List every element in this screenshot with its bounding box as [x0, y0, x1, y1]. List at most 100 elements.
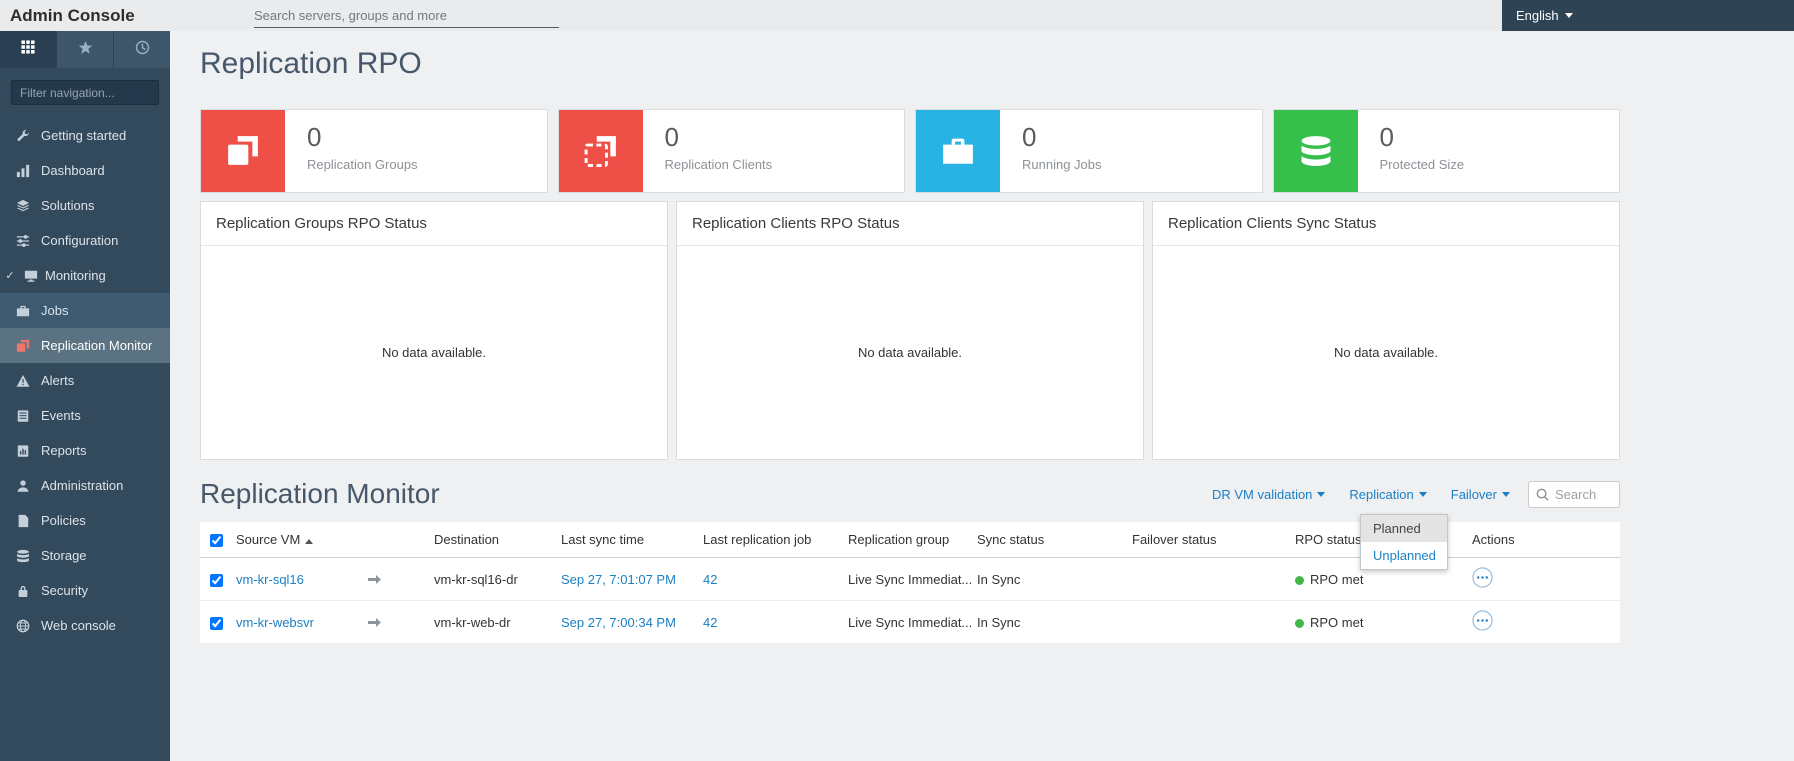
column-header-replication-group[interactable]: Replication group [842, 522, 971, 559]
sidebar-item-label: Events [41, 408, 81, 423]
sidebar-item-monitoring[interactable]: ✓ Monitoring [0, 258, 170, 293]
section-title: Replication Monitor [200, 478, 440, 509]
sidebar-item-web-console[interactable]: Web console [0, 608, 170, 643]
column-header-source-vm[interactable]: Source VM [230, 522, 362, 559]
panel-title: Replication Groups RPO Status [201, 202, 667, 246]
column-header-destination[interactable]: Destination [428, 522, 555, 559]
sidebar-item-label: Policies [41, 513, 86, 528]
copy-icon [14, 339, 31, 353]
panel-empty-text: No data available. [1333, 345, 1439, 360]
tab-favorites[interactable] [57, 31, 114, 68]
replication-groups-icon [201, 110, 285, 192]
last-sync-time-link[interactable]: Sep 27, 7:01:07 PM [561, 572, 676, 587]
person-icon [14, 479, 31, 493]
stat-value: 0 [1379, 122, 1394, 152]
column-header-arrow [362, 522, 428, 559]
last-replication-job-link[interactable]: 42 [703, 615, 717, 630]
column-header-last-sync-time[interactable]: Last sync time [555, 522, 697, 559]
app-title: Admin Console [10, 5, 135, 25]
panel-replication-clients-sync-status: Replication Clients Sync Status No data … [1152, 201, 1620, 460]
sidebar-item-dashboard[interactable]: Dashboard [0, 153, 170, 188]
language-selector[interactable]: English [1516, 8, 1573, 23]
sidebar-item-events[interactable]: Events [0, 398, 170, 433]
tab-recent[interactable] [114, 31, 170, 68]
stat-card-running-jobs[interactable]: 0 Running Jobs [915, 109, 1263, 193]
row-checkbox[interactable] [210, 616, 223, 630]
replication-menu-button[interactable]: Replication [1349, 486, 1427, 502]
ellipsis-icon [1472, 567, 1493, 588]
report-icon [14, 444, 31, 458]
sidebar-item-label: Alerts [41, 373, 75, 388]
monitor-header: Replication Monitor DR VM validation Rep… [200, 478, 1620, 510]
status-dot-icon [1295, 575, 1304, 585]
failover-menu-button[interactable]: Failover [1451, 487, 1510, 502]
main-content: Replication RPO 0 Replication Groups 0 R… [170, 31, 1794, 761]
row-actions-button[interactable] [1472, 610, 1493, 631]
sidebar-item-reports[interactable]: Reports [0, 433, 170, 468]
briefcase-icon [916, 110, 1000, 192]
column-header-failover-status[interactable]: Failover status [1126, 522, 1289, 559]
sidebar-item-label: Reports [41, 443, 87, 458]
clock-icon [135, 40, 150, 60]
last-replication-job-link[interactable]: 42 [703, 572, 717, 587]
database-icon [1273, 110, 1358, 192]
topbar: Admin Console English [0, 0, 1794, 31]
grid-icon [21, 40, 35, 59]
table-search-input[interactable] [1555, 486, 1612, 502]
expanded-indicator-icon: ✓ [5, 270, 15, 282]
global-search-input[interactable] [254, 3, 559, 28]
filter-navigation [0, 68, 170, 118]
sidebar-item-replication-monitor[interactable]: Replication Monitor [0, 328, 170, 363]
sidebar-item-solutions[interactable]: Solutions [0, 188, 170, 223]
arrow-right-icon [368, 615, 381, 630]
stat-value: 0 [1022, 122, 1037, 152]
source-vm-link[interactable]: vm-kr-sql16 [236, 572, 304, 587]
sidebar-item-jobs[interactable]: Jobs [0, 293, 170, 328]
globe-icon [14, 619, 31, 633]
chevron-down-icon [1317, 491, 1326, 497]
row-actions-button[interactable] [1472, 567, 1493, 588]
destination-cell: vm-kr-web-dr [428, 600, 555, 645]
dr-vm-validation-menu-button[interactable]: DR VM validation [1211, 486, 1326, 502]
last-sync-time-link[interactable]: Sep 27, 7:00:34 PM [561, 615, 676, 630]
sidebar-nav: Getting started Dashboard Solutions Conf… [0, 118, 170, 643]
column-label: Source VM [236, 532, 301, 548]
sidebar-item-configuration[interactable]: Configuration [0, 223, 170, 258]
stat-cards-row: 0 Replication Groups 0 Replication Clien… [200, 109, 1620, 193]
row-checkbox[interactable] [210, 573, 223, 587]
stat-value: 0 [307, 122, 322, 152]
column-header-last-replication-job[interactable]: Last replication job [697, 522, 842, 559]
sync-status-cell: In Sync [971, 600, 1126, 645]
sidebar-item-policies[interactable]: Policies [0, 503, 170, 538]
sidebar-item-security[interactable]: Security [0, 573, 170, 608]
replication-group-cell: Live Sync Immediat... [842, 557, 971, 602]
column-header-actions: Actions [1456, 522, 1620, 559]
sidebar-item-storage[interactable]: Storage [0, 538, 170, 573]
warning-icon [14, 374, 31, 388]
menu-label: Replication [1349, 486, 1414, 502]
briefcase-icon [14, 304, 31, 318]
sidebar: Getting started Dashboard Solutions Conf… [0, 31, 170, 761]
sidebar-item-administration[interactable]: Administration [0, 468, 170, 503]
select-all-checkbox[interactable] [210, 534, 223, 548]
menu-item-planned[interactable]: Planned [1361, 515, 1447, 542]
failover-status-cell [1126, 557, 1289, 602]
sidebar-item-getting-started[interactable]: Getting started [0, 118, 170, 153]
tab-navigation[interactable] [0, 31, 57, 68]
bar-chart-icon [14, 164, 31, 178]
stat-card-replication-clients[interactable]: 0 Replication Clients [557, 109, 905, 193]
wrench-icon [14, 129, 31, 143]
menu-label: DR VM validation [1211, 486, 1313, 502]
layers-icon [14, 199, 31, 213]
column-header-sync-status[interactable]: Sync status [971, 522, 1126, 559]
filter-navigation-input[interactable] [11, 80, 159, 105]
sidebar-item-label: Monitoring [45, 268, 106, 283]
rpo-status-cell: RPO met [1289, 600, 1456, 645]
source-vm-link[interactable]: vm-kr-websvr [236, 615, 314, 630]
menu-item-unplanned[interactable]: Unplanned [1361, 542, 1447, 569]
sidebar-tabs [0, 31, 170, 68]
stat-card-replication-groups[interactable]: 0 Replication Groups [200, 109, 548, 193]
stat-card-protected-size[interactable]: 0 Protected Size [1272, 109, 1620, 193]
sidebar-item-alerts[interactable]: Alerts [0, 363, 170, 398]
panel-empty-text: No data available. [381, 345, 487, 360]
